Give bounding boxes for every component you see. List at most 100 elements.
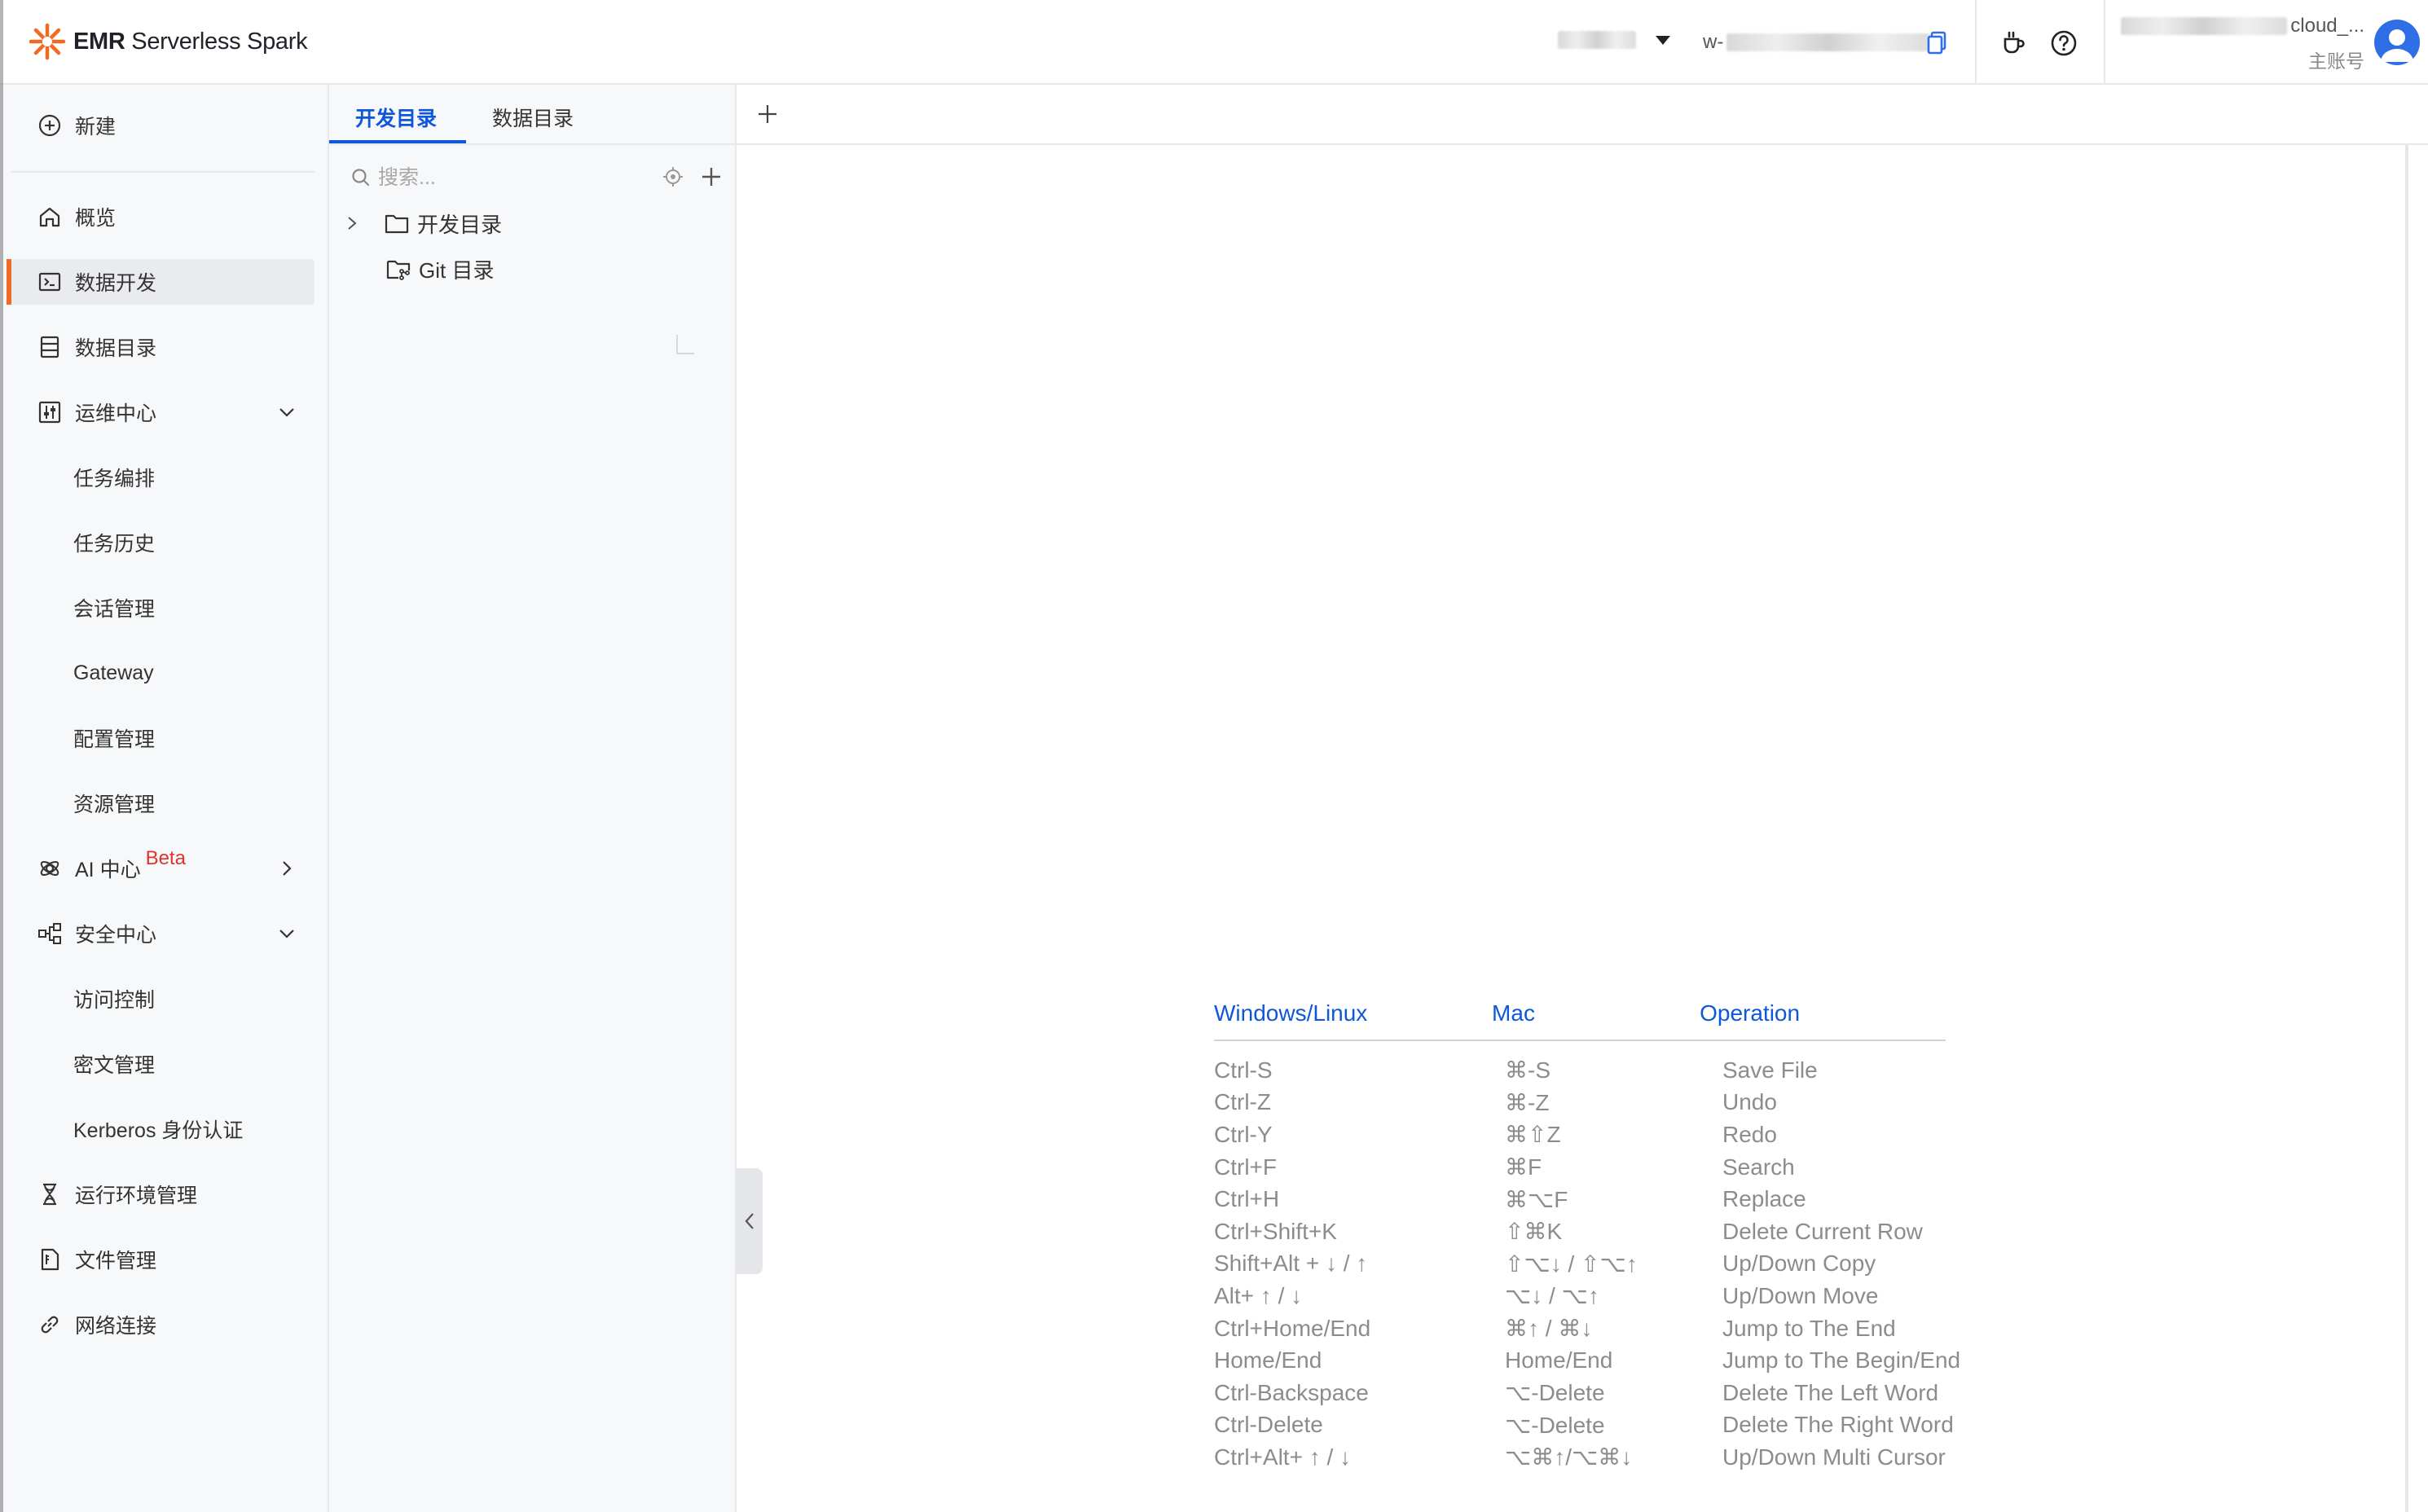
account-name: cloud_... [2117, 15, 2364, 37]
region-selector[interactable] [1558, 31, 1670, 49]
nav-label: 安全中心 [75, 924, 157, 947]
table-row: Alt+ ↑ / ↓ ⌥↓ / ⌥↑ Up/Down Move [1214, 1280, 1980, 1312]
shortcut-table: Windows/Linux Mac Operation Ctrl-S ⌘-S Sav… [1214, 1000, 1980, 1474]
tree-node-label: Git 目录 [419, 257, 495, 283]
window-edge [0, 0, 3, 1512]
nav-item-runtime-environment[interactable]: 运行环境管理 [11, 1171, 314, 1217]
collapse-panel-handle[interactable] [737, 1168, 763, 1274]
nav-label: 运维中心 [75, 402, 157, 425]
product-logo[interactable]: EMR Serverless Spark [28, 22, 308, 61]
account-menu[interactable]: cloud_... 主账号 [2117, 15, 2364, 73]
file-icon [41, 1248, 59, 1271]
nav-item-gateway[interactable]: Gateway [11, 650, 314, 696]
search-input[interactable] [378, 165, 622, 190]
shortcut-mac-cell: ⌘⌥F [1505, 1186, 1568, 1212]
column-header-operation: Operation [1700, 1000, 1801, 1026]
shortcut-operation-cell: Up/Down Copy [1722, 1250, 1876, 1277]
active-tab-indicator [329, 140, 466, 143]
tab-data-catalog[interactable]: 数据目录 [492, 103, 574, 145]
nav-item-kerberos-auth[interactable]: Kerberos 身份认证 [11, 1106, 314, 1152]
folder-icon [385, 214, 409, 234]
shortcut-windows-cell: Ctrl-Z [1214, 1089, 1271, 1115]
product-name: EMR Serverless Spark [73, 28, 308, 55]
terminal-icon [38, 272, 61, 292]
nav-label: 运行环境管理 [75, 1185, 198, 1207]
add-tab-icon[interactable] [754, 101, 781, 127]
nav-divider [11, 171, 314, 173]
account-name-redacted [2121, 17, 2288, 35]
column-header-windows-linux: Windows/Linux [1214, 1000, 1368, 1026]
nav-label: 会话管理 [73, 598, 156, 621]
explorer-tabs: 开发目录 数据目录 [329, 85, 737, 145]
nav-item-config-management[interactable]: 配置管理 [11, 715, 314, 761]
avatar[interactable] [2374, 20, 2420, 65]
table-row: Ctrl+Home/End ⌘↑ / ⌘↓ Jump to The End [1214, 1312, 1980, 1345]
nav-item-resource-management[interactable]: 资源管理 [11, 780, 314, 826]
shortcut-mac-cell: ⌥-Delete [1505, 1380, 1605, 1406]
help-icon[interactable] [2050, 29, 2078, 57]
tree-node-git-directory[interactable]: Git 目录 [386, 253, 494, 285]
shortcut-windows-cell: Ctrl+F [1214, 1154, 1277, 1180]
nav-item-ai-center[interactable]: AI 中心 Beta [11, 846, 314, 891]
nav-item-task-orchestration[interactable]: 任务编排 [11, 455, 314, 500]
shortcut-windows-cell: Home/End [1214, 1347, 1322, 1374]
nav-item-session-management[interactable]: 会话管理 [11, 585, 314, 631]
shortcut-windows-cell: Ctrl+Shift+K [1214, 1218, 1337, 1244]
copy-icon[interactable] [1926, 31, 1947, 55]
region-value-redacted [1558, 31, 1636, 49]
git-folder-icon [386, 260, 411, 280]
shortcut-windows-cell: Ctrl-Y [1214, 1121, 1273, 1147]
chevron-right-icon[interactable] [344, 215, 360, 231]
link-icon [41, 1316, 59, 1334]
nav-label: 配置管理 [73, 728, 156, 751]
network-nodes-icon [38, 923, 61, 944]
shortcut-table-body: Ctrl-S ⌘-S Save File Ctrl-Z ⌘-Z Undo Ctrl-Y ⌘⇧Z… [1214, 1054, 1980, 1474]
app-root: EMR Serverless Spark w- cloud_... 主账号 新建… [0, 0, 2428, 1512]
nav-label: Kerberos 身份认证 [73, 1119, 244, 1142]
shortcut-mac-cell: ⌘-Z [1505, 1089, 1550, 1115]
nav-label: 文件管理 [75, 1250, 157, 1272]
editor-scrollbar[interactable] [2405, 145, 2408, 1512]
chevron-down-icon [279, 408, 294, 417]
workspace-id[interactable]: w- [1703, 31, 1931, 54]
locate-icon[interactable] [662, 165, 684, 188]
table-row: Ctrl+F ⌘F Search [1214, 1151, 1980, 1184]
shortcut-mac-cell: ⌘-S [1505, 1057, 1550, 1083]
chevron-left-icon [745, 1213, 754, 1229]
header-divider [1975, 0, 1977, 85]
chevron-right-icon [283, 861, 292, 876]
nav-item-task-history[interactable]: 任务历史 [11, 520, 314, 565]
nav-item-overview[interactable]: 概览 [11, 194, 314, 240]
nav-label: Gateway [73, 661, 154, 684]
nav-item-file-management[interactable]: 文件管理 [11, 1237, 314, 1282]
shortcut-operation-cell: Undo [1722, 1089, 1777, 1115]
nav-item-data-catalog[interactable]: 数据目录 [11, 324, 314, 370]
column-header-mac: Mac [1492, 1000, 1535, 1026]
nav-item-data-development[interactable]: 数据开发 [7, 259, 314, 305]
table-row: Ctrl-Delete ⌥-Delete Delete The Right Word [1214, 1409, 1980, 1442]
explorer-panel: 开发目录 数据目录 开发目录 Git 目录 [329, 85, 737, 1512]
tab-dev-directory[interactable]: 开发目录 [355, 103, 437, 145]
nav-label: 访问控制 [73, 989, 156, 1012]
nav-item-security-center[interactable]: 安全中心 [11, 911, 314, 956]
shortcut-mac-cell: ⌥⌘↑/⌥⌘↓ [1505, 1444, 1633, 1470]
shortcut-windows-cell: Alt+ ↑ / ↓ [1214, 1282, 1303, 1308]
new-button[interactable]: 新建 [11, 103, 314, 148]
coffee-cup-icon[interactable] [1999, 29, 2027, 57]
add-item-icon[interactable] [699, 165, 724, 189]
tree-node-label: 开发目录 [417, 212, 503, 237]
shortcut-windows-cell: Ctrl+Home/End [1214, 1315, 1371, 1341]
nav-item-network-connection[interactable]: 网络连接 [11, 1302, 314, 1347]
shortcut-operation-cell: Search [1722, 1154, 1795, 1180]
shortcut-mac-cell: Home/End [1505, 1347, 1613, 1374]
nav-item-ops-center[interactable]: 运维中心 [11, 389, 314, 435]
nav-label: 网络连接 [75, 1315, 157, 1338]
shortcut-operation-cell: Replace [1722, 1186, 1806, 1212]
tree-node-dev-directory[interactable]: 开发目录 [344, 207, 502, 240]
nav-item-secret-management[interactable]: 密文管理 [11, 1041, 314, 1087]
nav-item-access-control[interactable]: 访问控制 [11, 976, 314, 1022]
tree-guide-line [676, 335, 694, 354]
left-nav: 新建 概览 数据开发 数据目录 运维中心 任务编排 任务历史 会话管理 Gate… [0, 85, 329, 1512]
shortcut-windows-cell: Ctrl-S [1214, 1057, 1273, 1083]
shortcut-operation-cell: Jump to The Begin/End [1722, 1347, 1961, 1374]
